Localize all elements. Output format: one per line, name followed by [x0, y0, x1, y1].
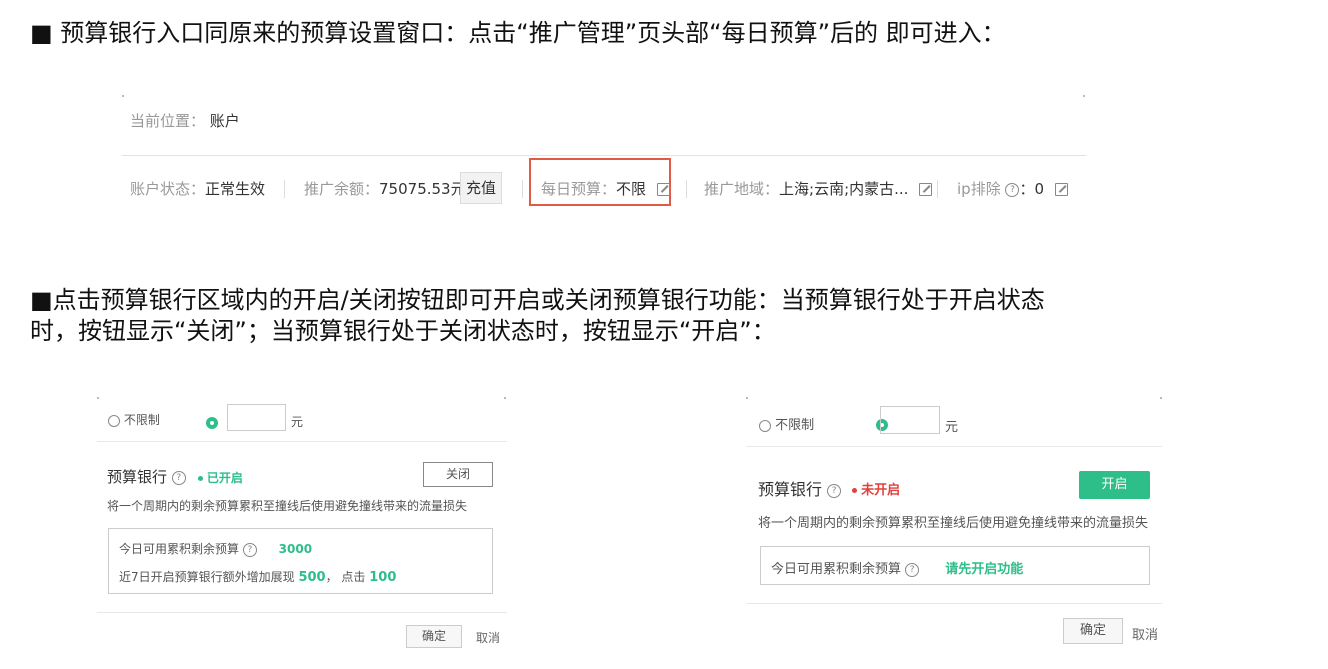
- divider: [97, 441, 507, 442]
- corner-mark: [1083, 95, 1085, 97]
- budget-bank-status: 未开启: [852, 479, 900, 498]
- ip-exclude: ip排除 ? ：0: [957, 178, 1068, 199]
- budget-bank-description: 将一个周期内的剩余预算累积至撞线后使用避免撞线带来的流量损失: [107, 499, 468, 513]
- week-impressions: 500: [298, 570, 326, 585]
- edit-icon[interactable]: [656, 183, 670, 196]
- daily-budget-label: 每日预算：: [541, 180, 617, 198]
- breadcrumb: 当前位置： 账户: [130, 110, 240, 131]
- budget-bank-title-text: 预算银行: [758, 480, 823, 499]
- budget-amount-input[interactable]: [227, 404, 286, 431]
- region: 推广地域：上海;云南;内蒙古...: [704, 178, 933, 199]
- help-icon[interactable]: ?: [171, 470, 186, 485]
- instruction-line-2: 时，按钮显示“关闭”；当预算银行处于关闭状态时，按钮显示“开启”：: [30, 317, 776, 345]
- radio-unlimited-right[interactable]: 不限制: [759, 414, 814, 433]
- divider: [122, 155, 1086, 156]
- status-dot-icon: [852, 488, 857, 493]
- region-value: 上海;云南;内蒙古...: [779, 180, 909, 198]
- week-label: 近7日开启预算银行额外增加展现: [119, 570, 295, 584]
- daily-budget: 每日预算：不限: [541, 178, 670, 199]
- breadcrumb-label: 当前位置：: [130, 112, 206, 130]
- today-value: 3000: [278, 542, 313, 556]
- corner-mark: [97, 397, 99, 399]
- status-text: 未开启: [861, 483, 901, 498]
- separator: [937, 180, 938, 198]
- divider: [746, 603, 1162, 604]
- account-status: 账户状态：正常生效: [130, 178, 265, 199]
- divider: [746, 446, 1162, 447]
- budget-bank-status: 已开启: [198, 469, 243, 486]
- instruction-line-1: ■点击预算银行区域内的开启/关闭按钮即可开启或关闭预算银行功能：当预算银行处于开…: [30, 286, 1045, 314]
- ip-exclude-value: ：0: [1019, 180, 1045, 198]
- account-status-value: 正常生效: [205, 180, 266, 198]
- balance-label: 推广余额：: [304, 180, 380, 198]
- close-budget-bank-button[interactable]: 关闭: [423, 462, 493, 487]
- cancel-link[interactable]: 取消: [476, 629, 500, 646]
- balance: 推广余额：75075.53元: [304, 178, 466, 199]
- corner-mark: [746, 397, 748, 399]
- region-label: 推广地域：: [704, 180, 780, 198]
- help-icon[interactable]: ?: [242, 542, 257, 557]
- confirm-button[interactable]: 确定: [1063, 618, 1123, 644]
- recharge-button[interactable]: 充值: [460, 172, 502, 204]
- radio-label: 不限制: [775, 418, 815, 433]
- balance-value: 75075.53元: [379, 180, 466, 198]
- unit-label: 元: [945, 420, 959, 435]
- today-label: 今日可用累积剩余预算: [119, 542, 240, 556]
- unit-label: 元: [291, 415, 304, 429]
- radio-unlimited-left[interactable]: 不限制: [108, 411, 160, 428]
- help-icon[interactable]: ?: [1005, 182, 1020, 197]
- budget-bank-title: 预算银行 ?: [758, 476, 842, 500]
- corner-mark: [1160, 397, 1162, 399]
- open-budget-bank-button[interactable]: 开启: [1079, 471, 1150, 499]
- today-available: 今日可用累积剩余预算 ? 请先开启功能: [771, 558, 1023, 577]
- separator: [284, 180, 285, 198]
- today-label: 今日可用累积剩余预算: [771, 562, 902, 577]
- corner-mark: [122, 95, 124, 97]
- today-value: 请先开启功能: [945, 562, 1024, 577]
- week-clicks: 100: [369, 570, 397, 585]
- ip-exclude-label: ip排除: [957, 180, 1001, 198]
- help-icon[interactable]: ?: [827, 483, 842, 498]
- corner-mark: [504, 397, 506, 399]
- budget-amount-input[interactable]: [880, 406, 940, 434]
- week-mid: ， 点击: [325, 570, 366, 584]
- separator: [522, 180, 523, 198]
- radio-empty-icon[interactable]: [108, 414, 120, 427]
- budget-bank-title: 预算银行 ?: [107, 466, 186, 487]
- status-text: 已开启: [206, 471, 243, 485]
- radio-label: 不限制: [123, 413, 160, 427]
- account-status-label: 账户状态：: [130, 180, 206, 198]
- today-available: 今日可用累积剩余预算 ? 3000: [119, 540, 312, 557]
- divider: [97, 612, 507, 613]
- cancel-link[interactable]: 取消: [1132, 624, 1158, 643]
- help-icon[interactable]: ?: [905, 562, 920, 577]
- budget-bank-title-text: 预算银行: [107, 468, 168, 486]
- breadcrumb-value[interactable]: 账户: [210, 112, 240, 130]
- radio-selected-icon[interactable]: [206, 416, 218, 429]
- intro-paragraph: ■ 预算银行入口同原来的预算设置窗口：点击“推广管理”页头部“每日预算”后的 即…: [30, 19, 1006, 47]
- edit-icon[interactable]: [919, 183, 933, 196]
- daily-budget-value: 不限: [616, 180, 647, 198]
- separator: [686, 180, 687, 198]
- status-dot-icon: [198, 476, 203, 481]
- radio-empty-icon[interactable]: [759, 419, 771, 432]
- confirm-button[interactable]: 确定: [406, 625, 462, 648]
- edit-icon[interactable]: [1054, 183, 1068, 196]
- week-stats: 近7日开启预算银行额外增加展现 500， 点击 100: [119, 568, 396, 585]
- budget-bank-description: 将一个周期内的剩余预算累积至撞线后使用避免撞线带来的流量损失: [758, 516, 1149, 531]
